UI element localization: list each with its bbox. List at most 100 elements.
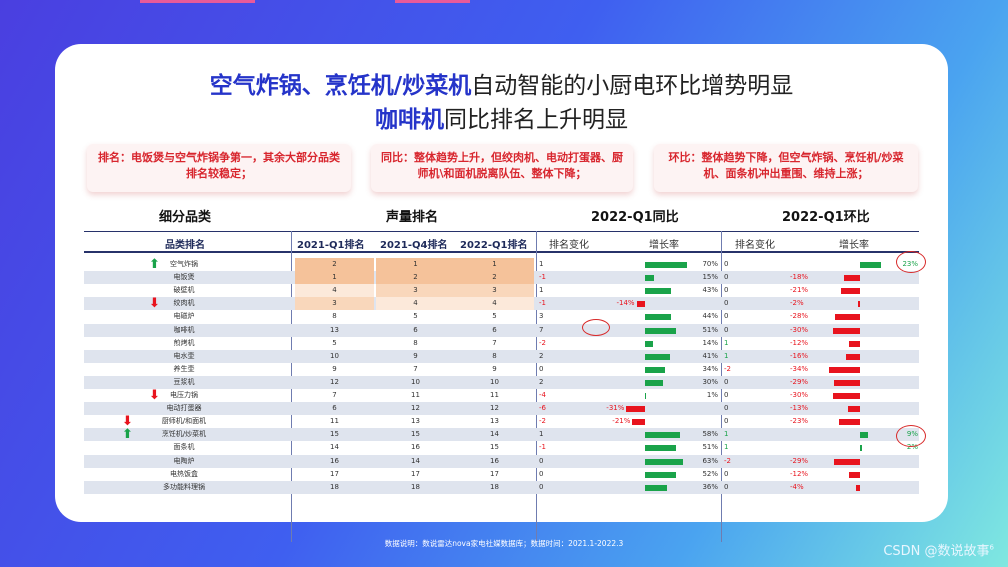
yoy-rank-change: 1 bbox=[539, 430, 544, 439]
yoy-rank-change: -2 bbox=[539, 338, 546, 347]
category-name: 多功能料理锅 bbox=[163, 482, 205, 491]
title-highlight-1: 空气炸锅、烹饪机/炒菜机 bbox=[209, 73, 472, 99]
yoy-growth-bar bbox=[645, 458, 683, 465]
qoq-growth-value: -2% bbox=[790, 299, 804, 308]
table-row: 电热饭盒 17 17 17 0 0 52% -12% bbox=[84, 468, 919, 481]
qoq-rank-change: 0 bbox=[724, 404, 729, 413]
rank-2021-q4: 11 bbox=[411, 391, 420, 399]
rank-2021-q1: 16 bbox=[330, 456, 339, 465]
data-source-footer: 数据说明：数说雷达nova家电社媒数据库；数据时间：2021.1-2022.3 bbox=[384, 539, 624, 548]
arrow-up-icon: ⬆ bbox=[149, 257, 160, 272]
qoq-growth-bar bbox=[849, 471, 860, 478]
note-yoy: 同比：整体趋势上升，但绞肉机、电动打蛋器、厨师机\和面机脱离队伍、整体下降； bbox=[371, 144, 633, 192]
yoy-rank-change: -1 bbox=[539, 273, 546, 282]
table-row: 厨师机/和面机 11 13 13 -2 0 -21% -23% ⬇ bbox=[84, 415, 919, 428]
rank-2021-q1: 2 bbox=[332, 260, 337, 268]
qoq-growth-bar bbox=[849, 340, 860, 347]
category-name: 豆浆机 bbox=[173, 377, 195, 386]
rank-2022-q1: 4 bbox=[492, 299, 497, 308]
table-row: 烹饪机/炒菜机 15 15 14 1 1 58% 9% ⬆ bbox=[84, 428, 919, 442]
category-name: 煎烤机 bbox=[173, 338, 195, 347]
rank-2022-q1: 6 bbox=[492, 325, 497, 334]
yoy-growth-value: -31% bbox=[606, 404, 625, 413]
qoq-growth-value: -21% bbox=[790, 286, 809, 295]
arrow-down-icon: ⬇ bbox=[122, 414, 133, 430]
yoy-growth-bar bbox=[645, 432, 680, 439]
qoq-rank-change: 0 bbox=[724, 299, 729, 308]
rank-2022-q1: 11 bbox=[490, 391, 499, 399]
watermark: CSDN @数说故事6 bbox=[883, 540, 994, 559]
rank-2022-q1: 8 bbox=[492, 351, 497, 360]
rank-2021-q4: 16 bbox=[411, 443, 420, 452]
yoy-growth-bar bbox=[645, 314, 672, 321]
arrow-down-icon: ⬇ bbox=[149, 296, 160, 312]
yoy-rank-change: 3 bbox=[539, 312, 544, 321]
rank-2022-q1: 14 bbox=[490, 430, 499, 439]
yoy-rank-change: 0 bbox=[539, 469, 544, 478]
yoy-rank-change: 1 bbox=[539, 286, 544, 295]
rank-2021-q4: 9 bbox=[413, 351, 418, 360]
yoy-growth-bar bbox=[645, 353, 670, 360]
qoq-growth-bar bbox=[860, 262, 881, 268]
yoy-growth-bar bbox=[645, 484, 667, 491]
rank-2022-q1: 5 bbox=[492, 312, 497, 321]
rank-2021-q1: 17 bbox=[330, 469, 339, 478]
yoy-growth-value: -21% bbox=[612, 417, 631, 426]
rank-2021-q4: 3 bbox=[413, 286, 418, 295]
qoq-growth-bar bbox=[833, 327, 860, 334]
yoy-growth-value: 43% bbox=[702, 286, 718, 295]
category-name: 绞肉机 bbox=[173, 299, 195, 308]
rank-2022-q1: 3 bbox=[492, 286, 497, 295]
highlight-circle-yoy-coffee bbox=[582, 319, 610, 336]
qoq-rank-change: 0 bbox=[724, 312, 729, 321]
category-name: 烹饪机/炒菜机 bbox=[161, 430, 207, 439]
qoq-rank-change: 0 bbox=[724, 482, 729, 491]
rank-2021-q1: 8 bbox=[332, 312, 337, 321]
rank-2021-q4: 7 bbox=[413, 364, 418, 373]
qoq-growth-bar bbox=[834, 314, 860, 321]
section-volume-rank: 声量排名 bbox=[386, 210, 439, 225]
section-category: 细分品类 bbox=[159, 210, 212, 225]
yoy-growth-value: 34% bbox=[702, 364, 718, 373]
section-qoq: 2022-Q1环比 bbox=[782, 210, 870, 225]
category-name: 厨师机/和面机 bbox=[161, 417, 207, 426]
qoq-rank-change: 0 bbox=[724, 286, 729, 295]
category-name: 电饭煲 bbox=[173, 273, 195, 282]
header-yoy-rank-change: 排名变化 bbox=[549, 240, 589, 251]
rank-2021-q1: 5 bbox=[332, 338, 337, 347]
rank-2021-q4: 17 bbox=[411, 469, 420, 478]
qoq-growth-bar bbox=[858, 301, 860, 308]
yoy-growth-value: 15% bbox=[702, 273, 718, 282]
rank-2022-q1: 17 bbox=[490, 469, 499, 478]
category-name: 电磁炉 bbox=[173, 312, 195, 321]
rank-2021-q4: 18 bbox=[411, 482, 420, 491]
yoy-growth-value: 30% bbox=[702, 377, 718, 386]
rank-2021-q4: 15 bbox=[411, 430, 420, 439]
slide-card: 空气炸锅、烹饪机/炒菜机自动智能的小厨电环比增势明显 咖啡机同比排名上升明显 排… bbox=[55, 44, 948, 542]
rank-2022-q1: 16 bbox=[490, 456, 499, 465]
top-accent-bar-left bbox=[140, 0, 255, 3]
yoy-growth-bar bbox=[645, 288, 671, 295]
rank-2021-q4: 10 bbox=[411, 377, 420, 386]
rank-2021-q1: 3 bbox=[332, 299, 337, 308]
yoy-rank-change: -2 bbox=[539, 417, 546, 426]
table-row: 电水壶 10 9 8 2 1 41% -16% bbox=[84, 349, 919, 363]
rank-2022-q1: 2 bbox=[492, 273, 497, 282]
yoy-growth-value: 36% bbox=[702, 482, 718, 491]
yoy-rank-change: 2 bbox=[539, 351, 544, 360]
rank-2021-q4: 13 bbox=[411, 417, 420, 426]
qoq-growth-value: -12% bbox=[790, 469, 809, 478]
note-ranking: 排名：电饭煲与空气炸锅争第一，其余大部分品类排名较稳定； bbox=[87, 144, 351, 192]
qoq-rank-change: 0 bbox=[724, 417, 729, 426]
qoq-rank-change: 1 bbox=[724, 351, 729, 360]
rank-2021-q1: 14 bbox=[330, 443, 339, 452]
qoq-growth-value: -30% bbox=[790, 325, 809, 334]
rank-2021-q1: 12 bbox=[330, 377, 339, 386]
header-category: 品类排名 bbox=[165, 240, 205, 251]
qoq-rank-change: 0 bbox=[724, 325, 729, 334]
yoy-growth-bar bbox=[626, 406, 645, 413]
yoy-growth-bar bbox=[645, 327, 676, 334]
category-name: 破壁机 bbox=[173, 286, 195, 295]
rank-2022-q1: 1 bbox=[492, 260, 497, 268]
yoy-growth-value: 41% bbox=[702, 351, 718, 360]
